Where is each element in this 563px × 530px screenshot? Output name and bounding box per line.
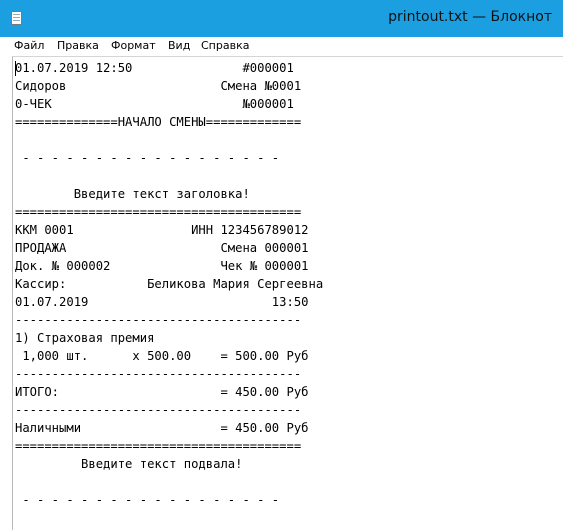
text-line: 1) Страховая премия xyxy=(15,331,155,345)
text-line: ККМ 0001 ИНН 123456789012 xyxy=(15,223,309,237)
window-title: printout.txt — Блокнот xyxy=(388,9,552,25)
menu-file[interactable]: Файл xyxy=(14,39,44,52)
text-line: --------------------------------------- xyxy=(15,313,302,327)
text-line: - - - - - - - - - - - - - - - - - - xyxy=(15,493,280,507)
text-line: - - - - - - - - - - - - - - - - - - xyxy=(15,151,280,165)
text-line: ======================================= xyxy=(15,439,302,453)
text-line: Введите текст заголовка! xyxy=(15,187,250,201)
text-line: ======================================= xyxy=(15,205,302,219)
text-editor[interactable]: 01.07.2019 12:50 #000001 Сидоров Смена №… xyxy=(12,56,563,530)
text-line: --------------------------------------- xyxy=(15,403,302,417)
text-line: Введите текст подвала! xyxy=(15,457,243,471)
text-line: 01.07.2019 13:50 xyxy=(15,295,309,309)
menu-bar: Файл Правка Формат Вид Справка xyxy=(0,37,563,56)
text-line: 1,000 шт. х 500.00 = 500.00 Руб xyxy=(15,349,309,363)
text-line: Сидоров Смена №0001 xyxy=(15,79,302,93)
text-line: ИТОГО: = 450.00 Руб xyxy=(15,385,309,399)
menu-format[interactable]: Формат xyxy=(111,39,156,52)
text-line: Кассир: Беликова Мария Сергеевна xyxy=(15,277,324,291)
text-line: 01.07.2019 12:50 #000001 xyxy=(15,61,294,75)
text-line: ПРОДАЖА Смена 000001 xyxy=(15,241,309,255)
notepad-icon xyxy=(11,11,22,25)
text-line: ==============НАЧАЛО СМЕНЫ============= xyxy=(15,115,302,129)
document-text[interactable]: 01.07.2019 12:50 #000001 Сидоров Смена №… xyxy=(15,59,323,509)
text-line: Док. № 000002 Чек № 000001 xyxy=(15,259,309,273)
menu-help[interactable]: Справка xyxy=(201,39,249,52)
text-line: Наличными = 450.00 Руб xyxy=(15,421,309,435)
menu-view[interactable]: Вид xyxy=(168,39,190,52)
text-line: 0-ЧЕК №000001 xyxy=(15,97,294,111)
title-bar[interactable]: printout.txt — Блокнот xyxy=(0,0,563,37)
menu-edit[interactable]: Правка xyxy=(57,39,99,52)
text-line: --------------------------------------- xyxy=(15,367,302,381)
